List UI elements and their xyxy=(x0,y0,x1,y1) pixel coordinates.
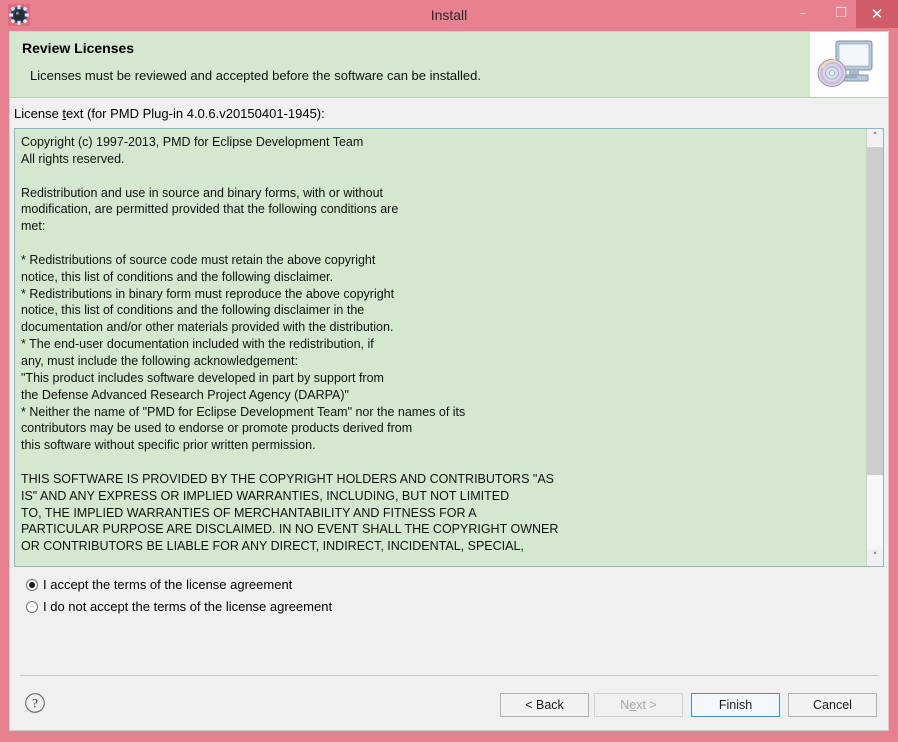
back-button[interactable]: < Back xyxy=(500,693,589,717)
help-icon[interactable]: ? xyxy=(24,692,46,714)
next-label-part2: xt > xyxy=(636,698,657,712)
radio-accept-license[interactable]: I accept the terms of the license agreem… xyxy=(26,577,292,592)
radio-decline-license[interactable]: I do not accept the terms of the license… xyxy=(26,599,332,614)
radio-accept-indicator[interactable] xyxy=(26,579,38,591)
license-label-part2: ext (for PMD Plug-in 4.0.6.v20150401-194… xyxy=(66,106,325,121)
close-button[interactable]: ✕ xyxy=(856,0,898,28)
scrollbar-thumb[interactable] xyxy=(867,147,883,475)
window-title: Install xyxy=(430,7,468,23)
page-title: Review Licenses xyxy=(22,40,135,56)
license-text-content: Copyright (c) 1997-2013, PMD for Eclipse… xyxy=(21,135,559,554)
radio-accept-label: I accept the terms of the license agreem… xyxy=(43,577,293,592)
button-bar-separator xyxy=(20,675,878,676)
license-text-label: License text (for PMD Plug-in 4.0.6.v201… xyxy=(14,106,325,121)
next-label-part1: N xyxy=(620,698,630,712)
svg-text:?: ? xyxy=(32,696,38,711)
dialog-client-area: Review Licenses Licenses must be reviewe… xyxy=(9,31,889,731)
wizard-header-banner: Review Licenses Licenses must be reviewe… xyxy=(10,32,888,98)
page-subtitle: Licenses must be reviewed and accepted b… xyxy=(30,68,481,83)
maximize-button[interactable]: ❐ xyxy=(822,0,860,28)
scroll-up-arrow-icon[interactable]: ˄ xyxy=(867,129,883,146)
license-text-box[interactable]: Copyright (c) 1997-2013, PMD for Eclipse… xyxy=(14,128,884,567)
minimize-button[interactable]: – xyxy=(784,0,822,28)
scroll-down-arrow-icon[interactable]: ˅ xyxy=(867,549,883,566)
radio-decline-indicator[interactable] xyxy=(26,601,38,613)
license-scrollbar[interactable]: ˄ ˅ xyxy=(866,129,883,566)
license-label-part1: License xyxy=(14,106,63,121)
title-bar: Install – ❐ ✕ xyxy=(0,0,898,30)
radio-decline-label: I do not accept the terms of the license… xyxy=(43,599,333,614)
computer-cd-icon xyxy=(810,32,888,97)
next-button[interactable]: Next > xyxy=(594,693,683,717)
install-window: Install – ❐ ✕ Review Licenses Licenses m… xyxy=(0,0,898,742)
cancel-button[interactable]: Cancel xyxy=(788,693,877,717)
finish-button[interactable]: Finish xyxy=(691,693,780,717)
